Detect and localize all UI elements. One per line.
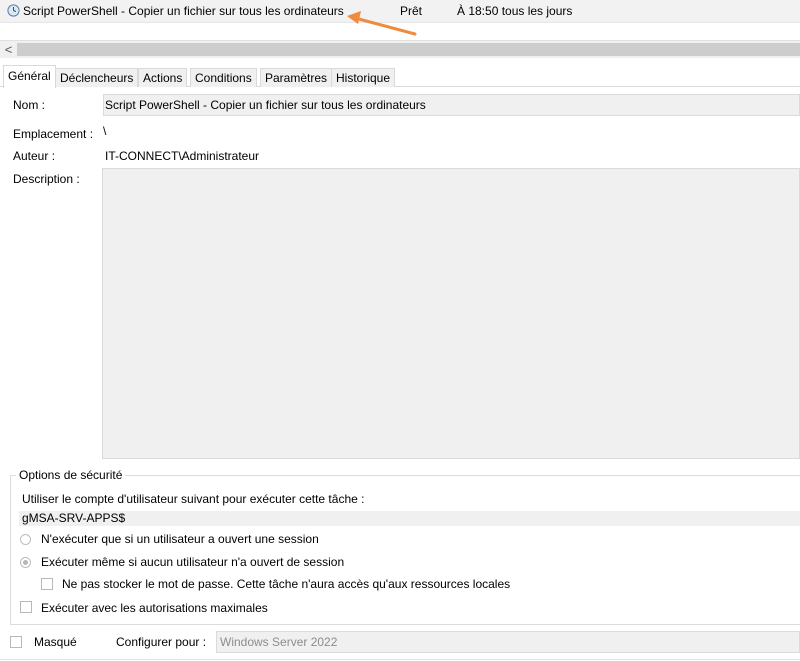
author-value: IT-CONNECT\Administrateur xyxy=(105,149,260,163)
radio-run-whether-logged-on[interactable] xyxy=(20,557,31,568)
tab-actions[interactable]: Actions xyxy=(138,68,188,87)
author-label: Auteur : xyxy=(13,149,56,163)
hidden-label[interactable]: Masqué xyxy=(34,635,77,649)
clock-icon xyxy=(7,4,20,17)
tab-general[interactable]: Général xyxy=(3,65,56,88)
bottom-divider xyxy=(0,659,800,660)
horizontal-scrollbar[interactable]: < xyxy=(0,40,800,58)
security-options-title: Options de sécurité xyxy=(16,468,126,482)
configure-for-dropdown[interactable]: Windows Server 2022 xyxy=(216,631,800,653)
radio-run-only-logged-on[interactable] xyxy=(20,534,31,545)
highest-privileges-label[interactable]: Exécuter avec les autorisations maximale… xyxy=(41,601,268,615)
task-name: Script PowerShell - Copier un fichier su… xyxy=(23,4,344,18)
no-store-password-checkbox[interactable] xyxy=(41,578,53,590)
radio-run-whether-logged-on-label[interactable]: Exécuter même si aucun utilisateur n'a o… xyxy=(41,555,344,569)
scroll-thumb[interactable] xyxy=(17,43,800,56)
task-trigger: À 18:50 tous les jours xyxy=(457,4,573,18)
user-account-field[interactable]: gMSA-SRV-APPS$ xyxy=(19,511,800,526)
scroll-left-button[interactable]: < xyxy=(0,41,17,58)
highest-privileges-checkbox[interactable] xyxy=(20,601,32,613)
radio-selected-dot xyxy=(23,560,28,565)
description-label: Description : xyxy=(13,172,80,186)
annotation-arrow-icon xyxy=(347,11,417,36)
tab-conditions[interactable]: Conditions xyxy=(190,68,257,87)
account-prompt: Utiliser le compte d'utilisateur suivant… xyxy=(22,492,365,506)
no-store-password-label[interactable]: Ne pas stocker le mot de passe. Cette tâ… xyxy=(62,577,510,591)
hidden-checkbox[interactable] xyxy=(10,636,22,648)
location-label: Emplacement : xyxy=(13,127,94,141)
tab-history[interactable]: Historique xyxy=(331,68,396,87)
name-label: Nom : xyxy=(13,98,46,112)
tab-triggers[interactable]: Déclencheurs xyxy=(55,68,139,87)
configure-for-label: Configurer pour : xyxy=(116,635,207,649)
name-field[interactable]: Script PowerShell - Copier un fichier su… xyxy=(103,94,800,116)
radio-run-only-logged-on-label[interactable]: N'exécuter que si un utilisateur a ouver… xyxy=(41,532,319,546)
tab-settings[interactable]: Paramètres xyxy=(260,68,333,87)
location-value: \ xyxy=(103,124,107,138)
description-field[interactable] xyxy=(102,168,800,459)
